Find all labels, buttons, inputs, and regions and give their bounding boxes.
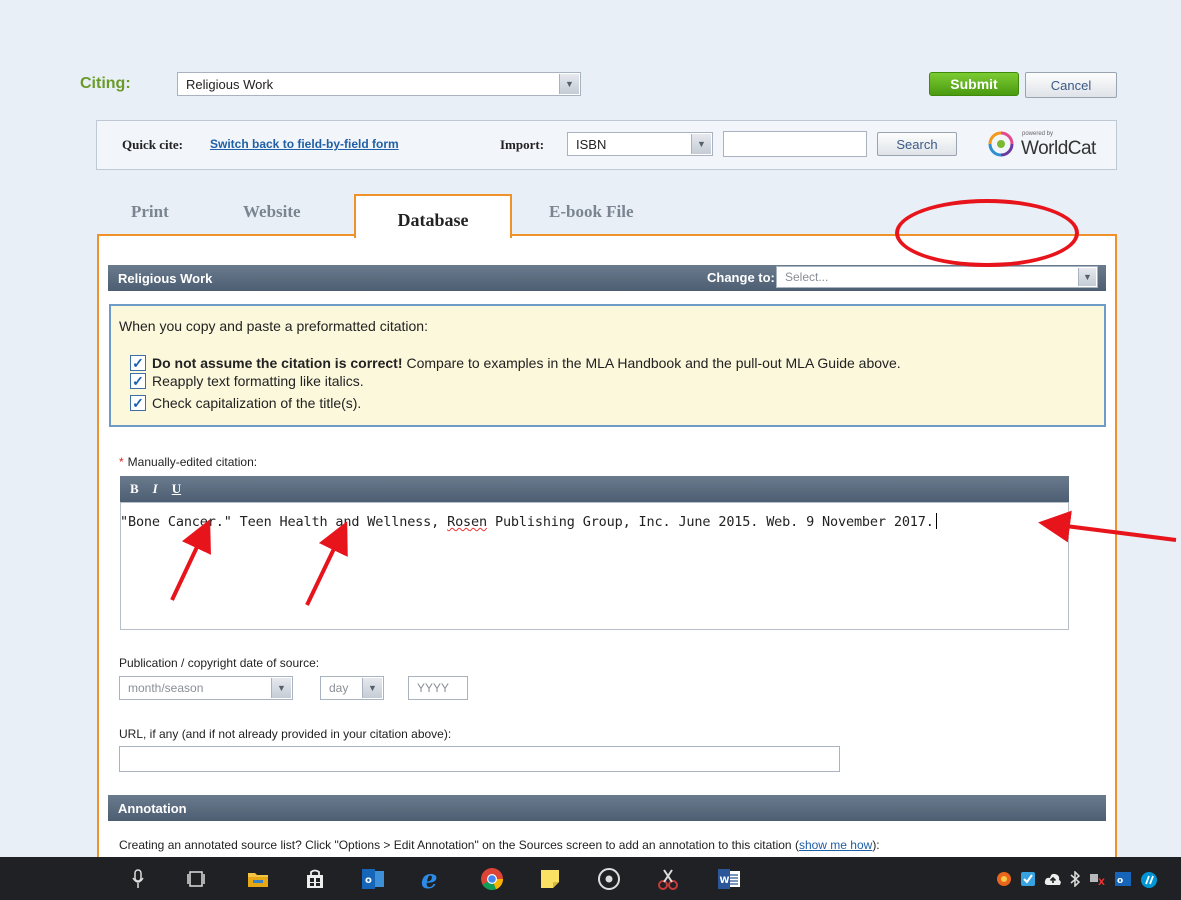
chevron-down-icon[interactable]: ▼ bbox=[271, 678, 291, 698]
pubdate-label: Publication / copyright date of source: bbox=[119, 656, 320, 670]
notice-item-bold: Do not assume the citation is correct! bbox=[152, 355, 403, 371]
chevron-down-icon[interactable]: ▼ bbox=[362, 678, 382, 698]
chrome-icon[interactable] bbox=[479, 866, 505, 892]
italic-button[interactable]: I bbox=[153, 481, 158, 497]
svg-text:o: o bbox=[1117, 876, 1123, 886]
month-select[interactable]: month/season ▼ bbox=[119, 676, 293, 700]
url-label: URL, if any (and if not already provided… bbox=[119, 727, 452, 741]
underline-button[interactable]: U bbox=[172, 481, 181, 497]
section-title: Religious Work bbox=[118, 270, 213, 286]
annotation-title: Annotation bbox=[118, 800, 187, 816]
show-me-how-link[interactable]: show me how bbox=[799, 838, 872, 852]
isbn-input[interactable] bbox=[723, 131, 867, 157]
url-input[interactable] bbox=[119, 746, 840, 772]
change-to-label: Change to: bbox=[707, 270, 775, 285]
citing-type-select[interactable]: Religious Work ▼ bbox=[177, 72, 581, 96]
microphone-icon[interactable] bbox=[125, 866, 151, 892]
notice-item-text: Compare to examples in the MLA Handbook … bbox=[406, 355, 901, 371]
citing-type-value: Religious Work bbox=[186, 76, 274, 92]
notice-item-text: Reapply text formatting like italics. bbox=[152, 373, 364, 389]
sticky-notes-icon[interactable] bbox=[537, 866, 563, 892]
citation-text[interactable]: "Bone Cancer." Teen Health and Wellness,… bbox=[120, 513, 937, 530]
change-to-select[interactable]: Select... ▼ bbox=[776, 266, 1098, 288]
word-icon[interactable]: W bbox=[716, 866, 742, 892]
outlook-icon[interactable]: o bbox=[360, 866, 386, 892]
chrome-tray-icon[interactable] bbox=[996, 871, 1012, 887]
notice-item: ✓ Do not assume the citation is correct!… bbox=[130, 355, 901, 371]
svg-text:X: X bbox=[1098, 878, 1105, 887]
checkmark-icon: ✓ bbox=[130, 373, 146, 389]
editor-toolbar: B I U bbox=[120, 476, 1069, 502]
year-input[interactable]: YYYY bbox=[408, 676, 468, 700]
worldcat-brand: WorldCat bbox=[1021, 138, 1096, 159]
spellcheck-flagged-word: Rosen bbox=[447, 514, 487, 530]
chevron-down-icon[interactable]: ▼ bbox=[559, 74, 579, 94]
checkmark-icon: ✓ bbox=[130, 395, 146, 411]
bluetooth-icon[interactable] bbox=[1069, 870, 1085, 888]
snipping-tool-icon[interactable] bbox=[655, 866, 681, 892]
chevron-down-icon[interactable]: ▼ bbox=[1078, 268, 1096, 286]
hp-tray-icon[interactable] bbox=[1140, 871, 1157, 888]
outlook-tray-icon[interactable]: o bbox=[1114, 871, 1131, 887]
cancel-button[interactable]: Cancel bbox=[1025, 72, 1117, 98]
notice-intro: When you copy and paste a preformatted c… bbox=[119, 318, 428, 334]
tab-database-label: Database bbox=[397, 209, 469, 230]
chevron-down-icon[interactable]: ▼ bbox=[691, 134, 711, 154]
windows-taskbar: o e W X o bbox=[0, 857, 1181, 900]
task-view-icon[interactable] bbox=[183, 866, 209, 892]
required-marker: * bbox=[119, 455, 124, 469]
import-label: Import: bbox=[500, 137, 545, 152]
store-icon[interactable] bbox=[302, 866, 328, 892]
submit-button[interactable]: Submit bbox=[929, 72, 1019, 96]
text-caret bbox=[935, 513, 937, 529]
notice-item-text: Check capitalization of the title(s). bbox=[152, 395, 362, 411]
import-type-select[interactable]: ISBN ▼ bbox=[567, 132, 713, 156]
worldcat-powered: powered by bbox=[1022, 131, 1054, 137]
tab-database[interactable]: Database bbox=[354, 194, 512, 238]
worldcat-logo-icon bbox=[988, 131, 1014, 157]
import-type-value: ISBN bbox=[576, 136, 607, 152]
citing-label: Citing: bbox=[80, 75, 131, 92]
bold-button[interactable]: B bbox=[130, 481, 139, 497]
manual-citation-label: * Manually-edited citation: bbox=[119, 455, 258, 469]
cortana-icon[interactable] bbox=[596, 866, 622, 892]
tab-ebook-file[interactable]: E-book File bbox=[549, 202, 634, 222]
checkmark-icon: ✓ bbox=[130, 355, 146, 371]
annotation-help: Creating an annotated source list? Click… bbox=[119, 838, 880, 852]
network-tray-icon[interactable]: X bbox=[1089, 871, 1105, 888]
quick-cite-label: Quick cite: bbox=[122, 137, 184, 152]
section-header-annotation: Annotation bbox=[108, 795, 1106, 821]
switch-form-link[interactable]: Switch back to field-by-field form bbox=[210, 137, 399, 151]
notice-item: ✓ Check capitalization of the title(s). bbox=[130, 395, 361, 411]
cloud-upload-icon[interactable] bbox=[1044, 871, 1061, 887]
security-tray-icon[interactable] bbox=[1020, 871, 1036, 887]
change-to-placeholder: Select... bbox=[785, 270, 829, 284]
svg-text:o: o bbox=[365, 875, 372, 886]
red-circle-annotation bbox=[895, 199, 1079, 267]
tab-website[interactable]: Website bbox=[243, 202, 301, 222]
notice-item: ✓ Reapply text formatting like italics. bbox=[130, 373, 364, 389]
file-explorer-icon[interactable] bbox=[245, 866, 271, 892]
edge-icon[interactable]: e bbox=[420, 866, 446, 892]
svg-text:e: e bbox=[421, 867, 438, 891]
tab-print[interactable]: Print bbox=[131, 202, 169, 222]
search-button[interactable]: Search bbox=[877, 132, 957, 156]
day-select[interactable]: day ▼ bbox=[320, 676, 384, 700]
svg-text:W: W bbox=[720, 876, 730, 886]
